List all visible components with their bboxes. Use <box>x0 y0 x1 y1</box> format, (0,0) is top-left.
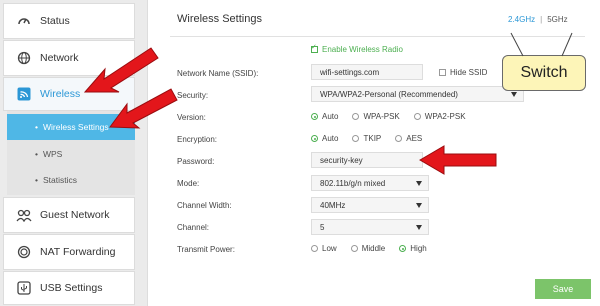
encryption-option-aes[interactable]: AES <box>395 134 422 143</box>
chevron-down-icon <box>416 203 422 208</box>
power-option-low[interactable]: Low <box>311 244 337 253</box>
power-option-high[interactable]: High <box>399 244 427 253</box>
transmit-power-label: Transmit Power: <box>177 245 235 254</box>
radio-selected-icon <box>311 135 318 142</box>
radio-selected-icon <box>311 113 318 120</box>
version-label: Version: <box>177 113 206 122</box>
radio-icon <box>352 113 360 120</box>
band-24ghz-link[interactable]: 2.4GHz <box>508 15 535 24</box>
password-input[interactable]: security-key <box>311 152 423 168</box>
submenu-item-statistics[interactable]: • Statistics <box>7 167 135 193</box>
channel-select[interactable]: 5 <box>311 219 429 235</box>
encryption-option-tkip[interactable]: TKIP <box>352 134 381 143</box>
channel-width-label: Channel Width: <box>177 201 232 210</box>
enable-wireless-checkbox[interactable]: Enable Wireless Radio <box>311 43 403 54</box>
chevron-down-icon <box>416 225 422 230</box>
submenu-item-label: Wireless Settings <box>42 122 109 132</box>
page-title: Wireless Settings <box>177 13 262 25</box>
version-radio-group: Auto WPA-PSK WPA2-PSK <box>311 112 480 121</box>
sidebar-item-label: NAT Forwarding <box>40 246 116 258</box>
sidebar-item-status[interactable]: Status <box>3 3 135 39</box>
main-panel: Wireless Settings 2.4GHz | 5GHz Enable Wir… <box>147 0 600 306</box>
wifi-icon <box>16 86 32 102</box>
radio-selected-icon <box>399 245 407 252</box>
sidebar-item-label: Guest Network <box>40 209 110 221</box>
submenu-item-wps[interactable]: • WPS <box>7 141 135 167</box>
submenu-item-label: Statistics <box>42 175 77 185</box>
enable-wireless-label: Enable Wireless Radio <box>322 45 403 54</box>
usb-icon <box>16 280 32 296</box>
divider <box>170 36 585 37</box>
save-button[interactable]: Save <box>535 279 591 299</box>
version-option-auto[interactable]: Auto <box>311 112 338 121</box>
sidebar-item-usb-settings[interactable]: USB Settings <box>3 271 135 305</box>
encryption-label: Encryption: <box>177 135 218 144</box>
radio-icon <box>350 245 358 252</box>
radio-icon <box>395 135 403 142</box>
ssid-input[interactable]: wifi-settings.com <box>311 64 423 80</box>
app-frame: Status Network Wireless • Wireless Settin… <box>0 0 600 306</box>
version-option-wpa-psk[interactable]: WPA-PSK <box>352 112 400 121</box>
sidebar-item-label: Status <box>40 15 70 27</box>
power-option-middle[interactable]: Middle <box>350 244 385 253</box>
band-separator: | <box>540 15 543 24</box>
hide-ssid-label: Hide SSID <box>450 68 488 77</box>
sidebar-item-guest-network[interactable]: Guest Network <box>3 197 135 233</box>
band-switcher: 2.4GHz | 5GHz <box>508 15 568 24</box>
checkbox-checked-icon <box>311 43 318 53</box>
band-5ghz-link[interactable]: 5GHz <box>547 15 567 24</box>
encryption-option-auto[interactable]: Auto <box>311 134 338 143</box>
switch-callout: Switch <box>502 55 586 91</box>
mode-select[interactable]: 802.11b/g/n mixed <box>311 175 429 191</box>
password-label: Password: <box>177 157 215 166</box>
chevron-down-icon <box>416 181 422 186</box>
mode-label: Mode: <box>177 179 200 188</box>
version-option-wpa2-psk[interactable]: WPA2-PSK <box>413 112 466 121</box>
wireless-submenu: • Wireless Settings • WPS • Statistics <box>7 111 135 195</box>
channel-label: Channel: <box>177 223 210 232</box>
gauge-icon <box>16 13 32 29</box>
sidebar-item-nat-forwarding[interactable]: NAT Forwarding <box>3 234 135 270</box>
sidebar-item-network[interactable]: Network <box>3 40 135 76</box>
checkbox-unchecked-icon <box>439 69 446 76</box>
submenu-item-wireless-settings[interactable]: • Wireless Settings <box>7 114 135 140</box>
globe-icon <box>16 50 32 66</box>
sidebar-item-label: Wireless <box>40 88 81 100</box>
refresh-icon <box>16 244 32 260</box>
channel-width-select[interactable]: 40MHz <box>311 197 429 213</box>
sidebar-item-wireless[interactable]: Wireless <box>3 77 135 111</box>
submenu-item-label: WPS <box>42 149 63 159</box>
chevron-down-icon <box>511 92 517 97</box>
sidebar-item-label: Network <box>40 52 79 64</box>
transmit-power-radio-group: Low Middle High <box>311 244 441 253</box>
hide-ssid-checkbox[interactable]: Hide SSID <box>439 68 487 77</box>
security-label: Security: <box>177 91 209 100</box>
radio-icon <box>352 135 360 142</box>
security-select[interactable]: WPA/WPA2-Personal (Recommended) <box>311 86 524 102</box>
ssid-label: Network Name (SSID): <box>177 69 259 78</box>
encryption-radio-group: Auto TKIP AES <box>311 134 436 143</box>
radio-icon <box>311 245 318 252</box>
sidebar: Status Network Wireless • Wireless Settin… <box>3 0 135 306</box>
sidebar-item-label: USB Settings <box>40 282 103 294</box>
radio-icon <box>413 113 421 120</box>
users-icon <box>16 207 32 223</box>
